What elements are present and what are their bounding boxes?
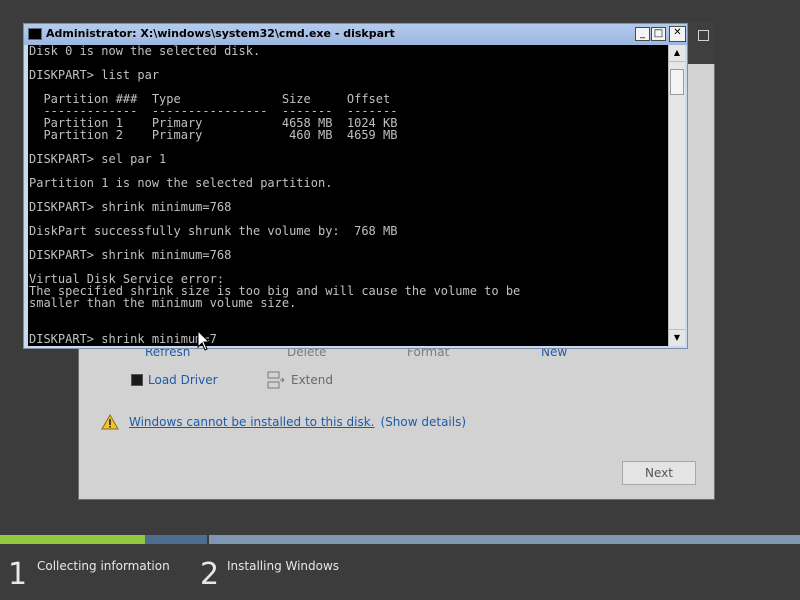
mouse-cursor-icon bbox=[197, 330, 211, 351]
cmd-window: Administrator: X:\windows\system32\cmd.e… bbox=[23, 23, 688, 349]
warning-message: Windows cannot be installed to this disk… bbox=[129, 415, 466, 429]
cannot-install-link[interactable]: Windows cannot be installed to this disk… bbox=[129, 415, 375, 429]
next-button[interactable]: Next bbox=[622, 461, 696, 485]
load-driver-link[interactable]: Load Driver bbox=[148, 373, 218, 387]
scroll-up-button[interactable]: ▲ bbox=[669, 45, 685, 62]
restore-icon[interactable] bbox=[698, 30, 709, 41]
step-1-label: Collecting information bbox=[37, 559, 170, 573]
step-1-number: 1 bbox=[8, 557, 28, 592]
progress-bar-step-2 bbox=[209, 535, 800, 544]
maximize-button[interactable]: □ bbox=[651, 27, 666, 41]
progress-bar-step-1 bbox=[0, 535, 207, 544]
step-2-label: Installing Windows bbox=[227, 559, 340, 573]
scroll-down-button[interactable]: ▼ bbox=[669, 329, 685, 346]
show-details-link[interactable]: (Show details) bbox=[381, 415, 467, 429]
warning-icon bbox=[101, 414, 119, 430]
cmd-icon bbox=[28, 28, 42, 40]
step-2-number: 2 bbox=[200, 557, 220, 592]
window-title: Administrator: X:\windows\system32\cmd.e… bbox=[46, 27, 395, 40]
scroll-thumb[interactable] bbox=[670, 69, 684, 95]
load-driver-icon bbox=[131, 374, 143, 386]
progress-fill bbox=[0, 535, 145, 544]
console-output[interactable]: Disk 0 is now the selected disk. DISKPAR… bbox=[28, 45, 668, 346]
minimize-button[interactable]: _ bbox=[635, 27, 650, 41]
extend-icon bbox=[267, 371, 285, 389]
close-button[interactable]: ✕ bbox=[669, 26, 686, 42]
cmd-titlebar[interactable]: Administrator: X:\windows\system32\cmd.e… bbox=[24, 24, 687, 45]
console-text: Disk 0 is now the selected disk. DISKPAR… bbox=[29, 45, 521, 346]
vertical-scrollbar[interactable]: ▲ ▼ bbox=[668, 45, 685, 346]
extend-link[interactable]: Extend bbox=[291, 373, 333, 387]
